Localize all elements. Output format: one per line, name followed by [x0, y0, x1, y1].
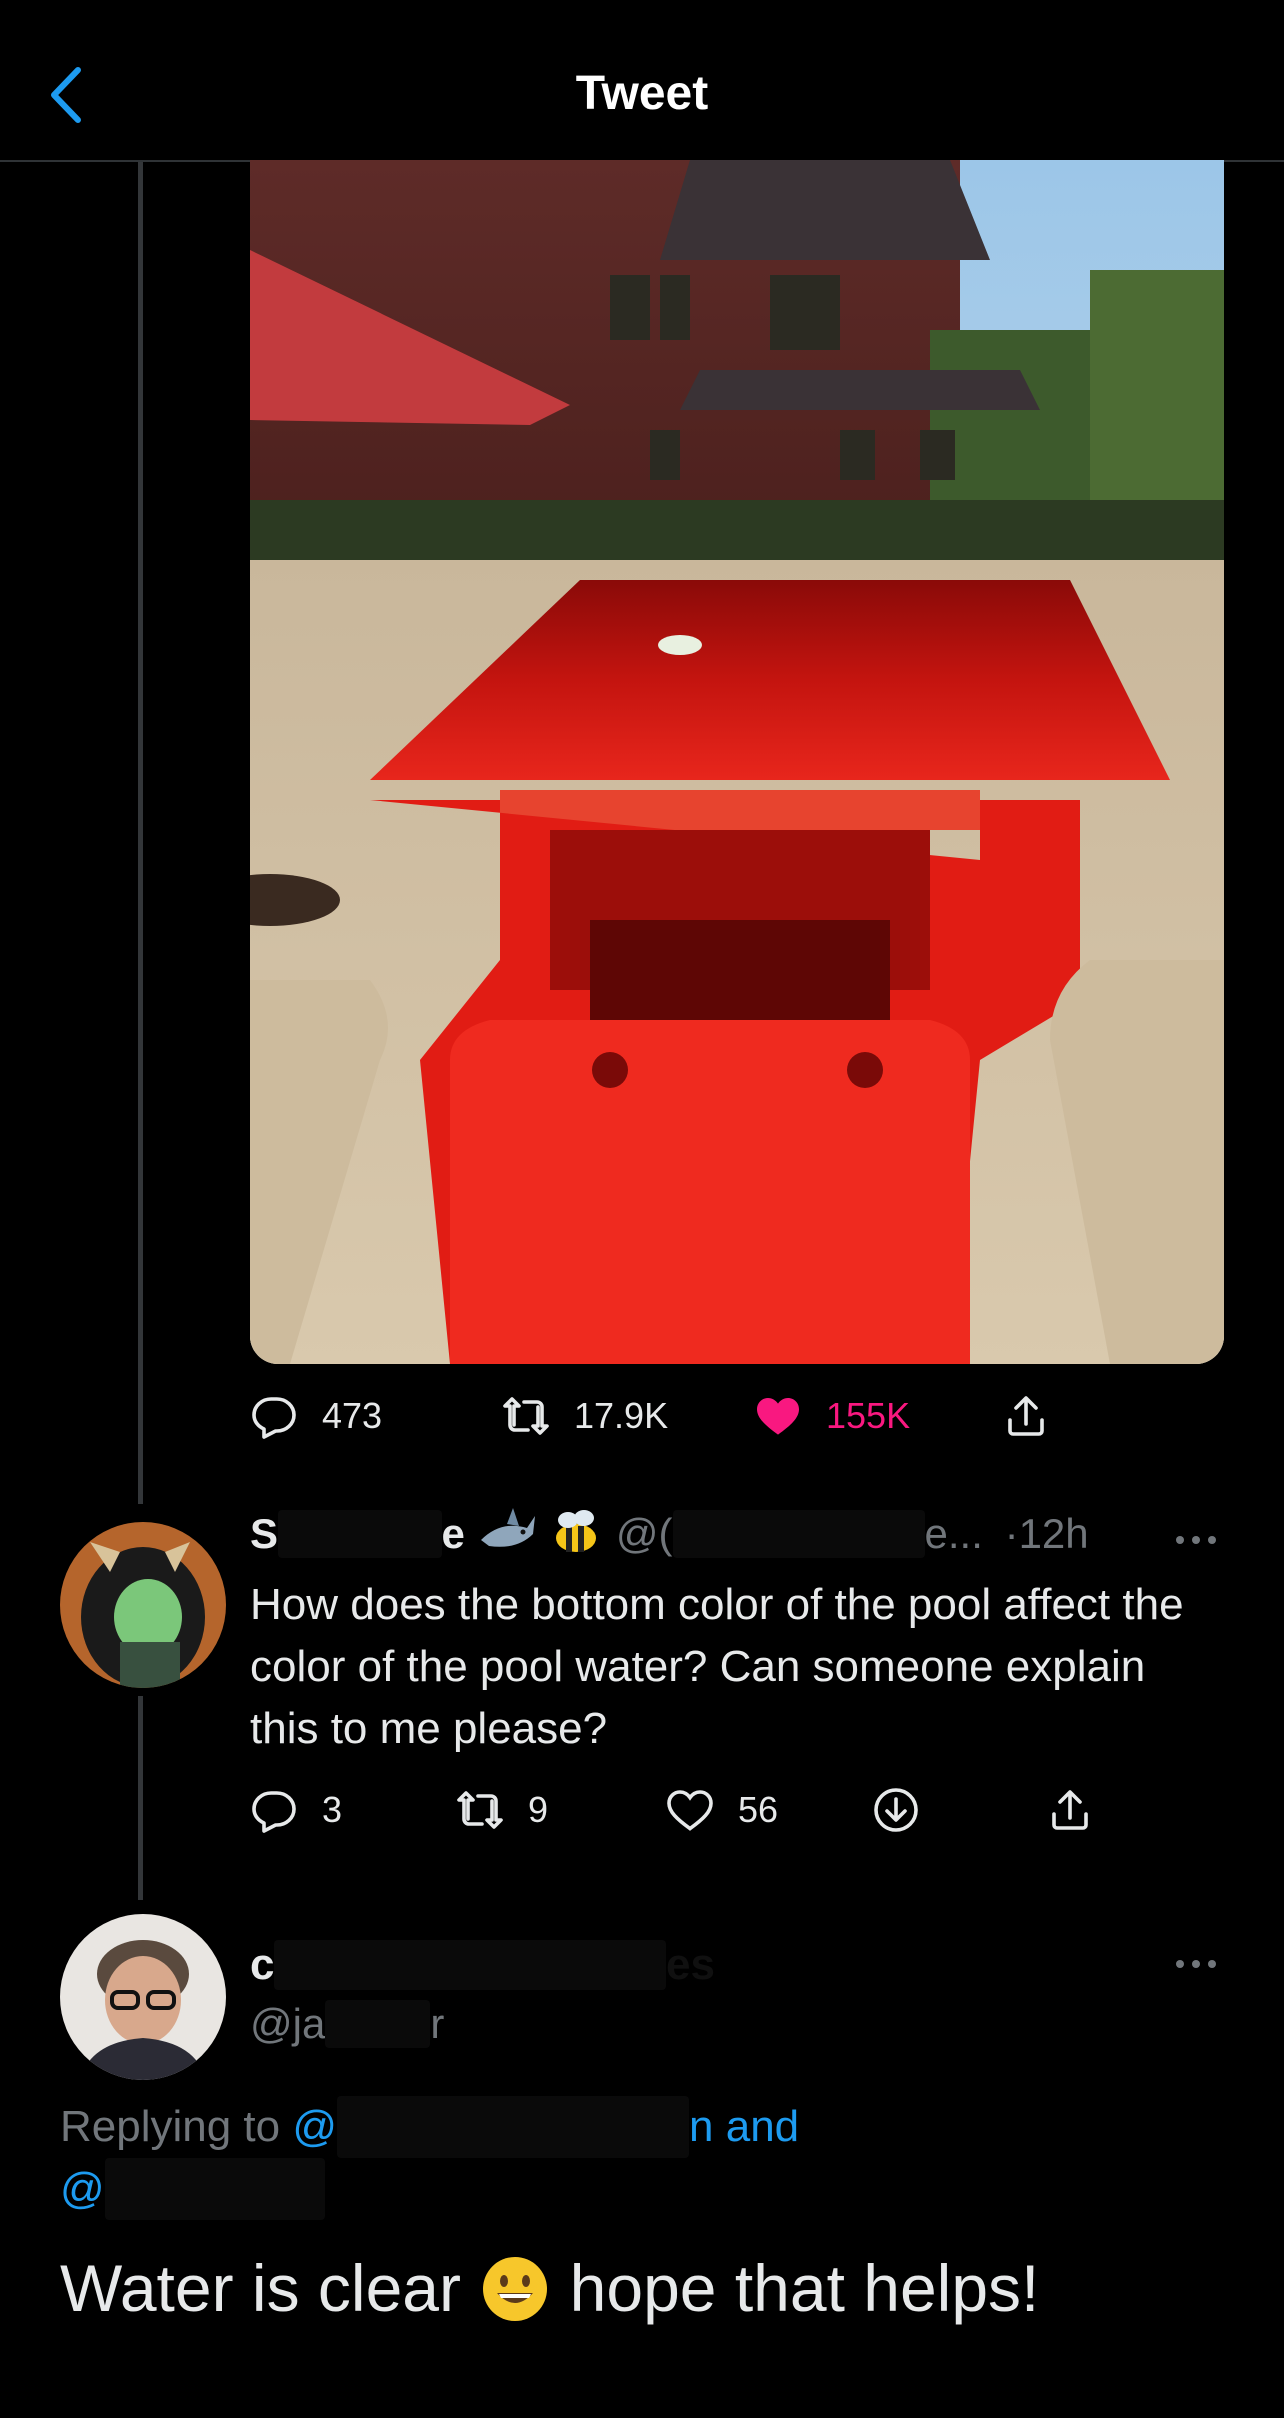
reply-like-count: 56	[738, 1789, 779, 1830]
thread-line	[138, 162, 143, 1504]
heart-icon	[667, 1790, 713, 1831]
shark-emoji	[480, 1508, 535, 1547]
reply-handle[interactable]: @(xxxxxxxxxxxxe...	[616, 1510, 983, 1558]
avatar[interactable]	[60, 1522, 226, 1688]
share-button[interactable]	[1002, 1386, 1050, 1446]
download-button[interactable]	[872, 1780, 920, 1840]
reply-button[interactable]: 473	[250, 1386, 382, 1446]
reply-actions: 3 9 56	[250, 1780, 1150, 1840]
share-icon	[1052, 1790, 1088, 1830]
author-avatar[interactable]	[60, 1914, 226, 2080]
bee-emoji	[556, 1510, 597, 1552]
reply-icon	[252, 1791, 296, 1833]
reply-time: ·12h	[1004, 1510, 1089, 1557]
author-name[interactable]: cxxxxxxxxxxxxxxxxes	[250, 1940, 950, 1996]
like-button[interactable]: 155K	[754, 1386, 910, 1446]
top-bar: Tweet	[0, 0, 1284, 162]
more-icon[interactable]	[1166, 1944, 1226, 1984]
smile-emoji	[483, 2257, 548, 2321]
reply-reply-button[interactable]: 3	[250, 1780, 342, 1840]
author-handle[interactable]: @jaxxxxxr	[250, 2000, 444, 2048]
replying-to: Replying to @xxxxxxxxxxxxxxxxn and @xxxx…	[60, 2096, 1220, 2220]
reply-count: 473	[322, 1395, 383, 1436]
reply-like-button[interactable]: 56	[666, 1780, 778, 1840]
reply-text: How does the bottom color of the pool af…	[250, 1580, 1184, 1753]
mention-link[interactable]: @xxxxxxxxxxxxxxxxn and	[292, 2096, 799, 2158]
reply-retweet-count: 9	[528, 1789, 549, 1830]
mention-link[interactable]: @xxxxxxxxxx	[60, 2158, 325, 2220]
retweet-count: 17.9K	[574, 1395, 669, 1436]
reply-reply-count: 3	[322, 1789, 343, 1830]
more-icon[interactable]	[1166, 1520, 1226, 1560]
tweet-image[interactable]	[250, 160, 1224, 1364]
share-icon	[1008, 1396, 1044, 1436]
retweet-icon	[457, 1791, 503, 1829]
like-count: 155K	[826, 1395, 911, 1436]
reply-share-button[interactable]	[1046, 1780, 1094, 1840]
reply-icon	[252, 1397, 296, 1439]
tweet-text: Water is clear hope that helps!	[60, 2251, 1040, 2325]
download-icon	[874, 1788, 918, 1832]
retweet-button[interactable]: 17.9K	[502, 1386, 668, 1446]
tweet-actions: 473 17.9K 155K	[250, 1386, 1150, 1446]
reply-header: Sxxxxxxxe @(xxxxxxxxxxxxe... ·12h	[250, 1506, 1230, 1566]
thread-line	[138, 1696, 143, 1900]
reply-retweet-button[interactable]: 9	[456, 1780, 548, 1840]
retweet-icon	[503, 1397, 549, 1435]
heart-icon	[757, 1398, 799, 1435]
reply-display-name[interactable]: Sxxxxxxxe	[250, 1510, 465, 1558]
page-title: Tweet	[575, 67, 709, 120]
